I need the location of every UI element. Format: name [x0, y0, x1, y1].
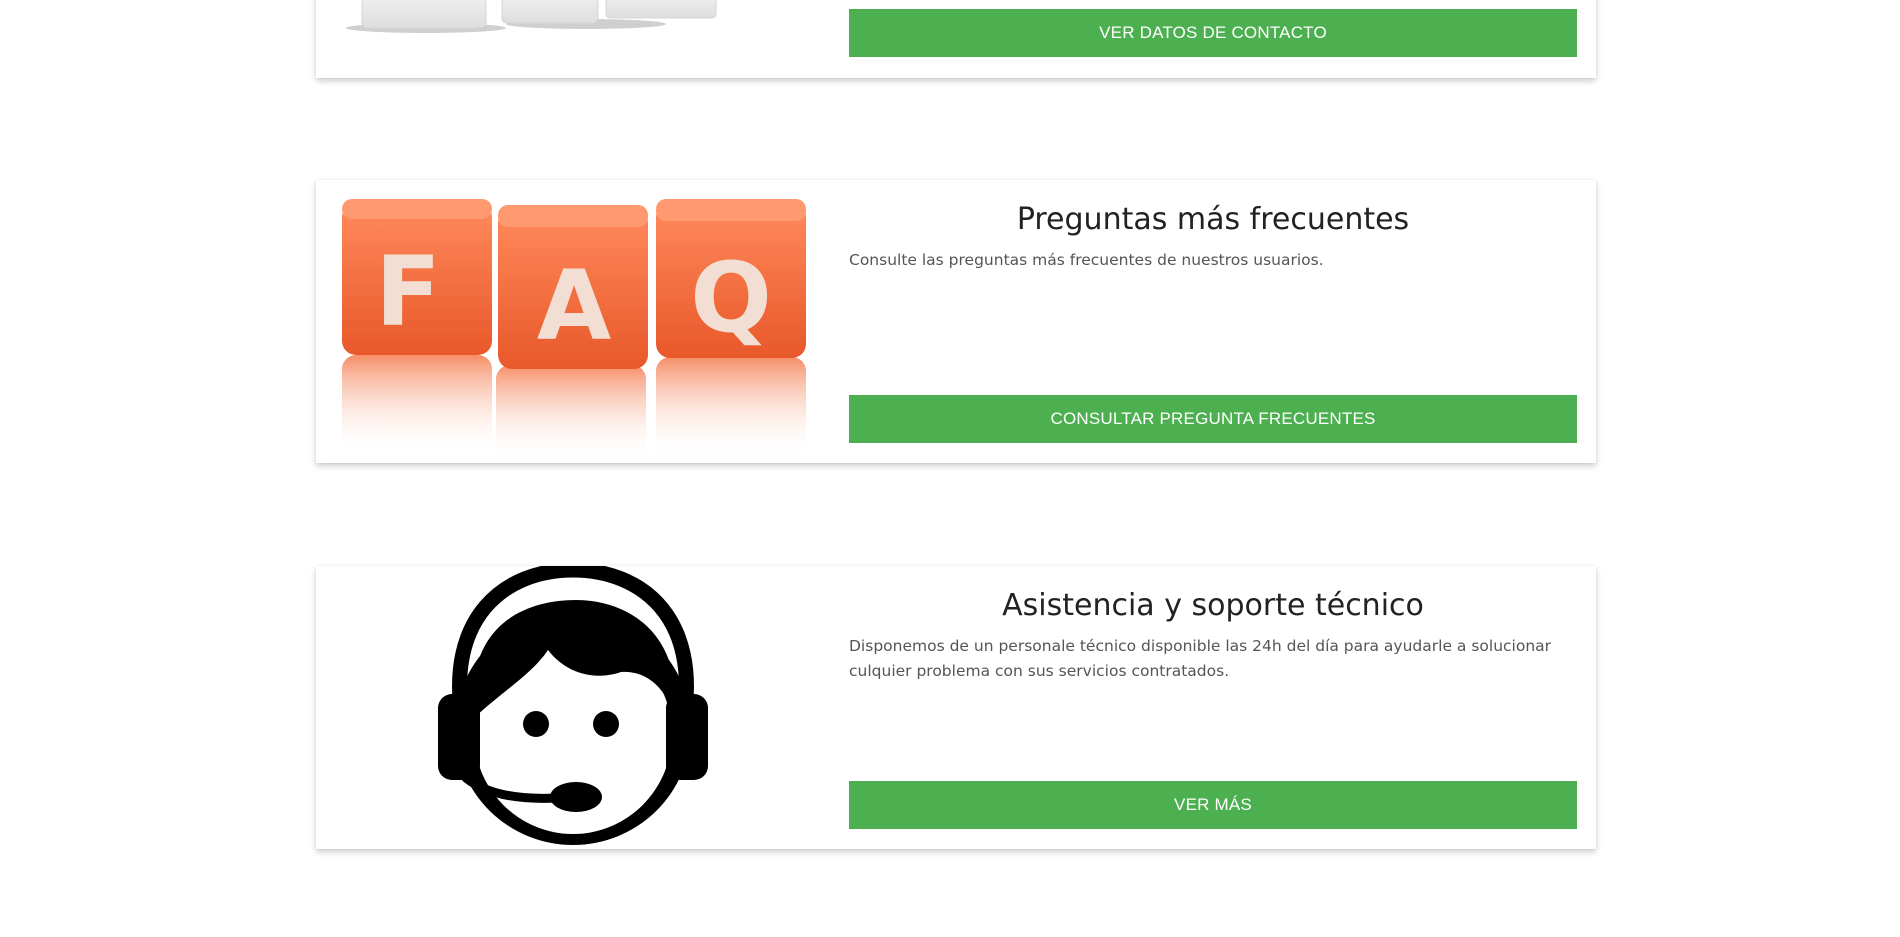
contact-blocks-image [336, 0, 811, 35]
faq-description: Consulte las preguntas más frecuentes de… [849, 251, 1324, 269]
support-card: Asistencia y soporte técnico Disponemos … [316, 566, 1596, 849]
faq-card: F A Q Preguntas más frecuentes Consulte … [316, 180, 1596, 463]
faq-cube-f: F [342, 199, 492, 355]
faq-cube-a: A [498, 205, 648, 369]
view-contact-details-button[interactable]: VER DATOS DE CONTACTO [849, 9, 1577, 57]
contact-card: VER DATOS DE CONTACTO [316, 0, 1596, 78]
svg-text:F: F [375, 236, 441, 348]
faq-title: Preguntas más frecuentes [1016, 202, 1410, 237]
support-title: Asistencia y soporte técnico [1002, 588, 1424, 623]
support-headset-agent-icon [336, 566, 811, 849]
support-description: Disponemos de un personale técnico dispo… [849, 637, 1552, 680]
faq-cube-q: Q [656, 199, 806, 358]
faq-cubes-image: F A Q [336, 185, 811, 463]
consult-faq-button[interactable]: CONSULTAR PREGUNTA FRECUENTES [849, 395, 1577, 443]
svg-text:A: A [537, 250, 611, 362]
see-more-button[interactable]: VER MÁS [849, 781, 1577, 829]
svg-text:Q: Q [690, 242, 772, 354]
